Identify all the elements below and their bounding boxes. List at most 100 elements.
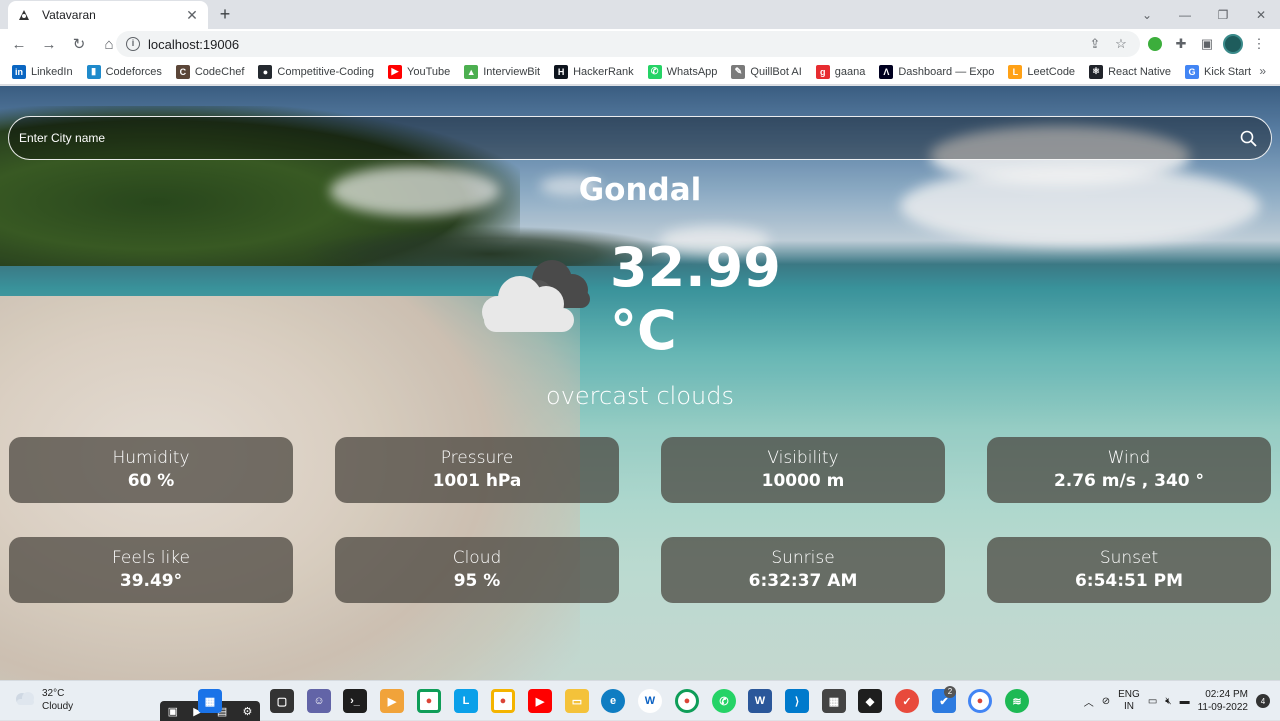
pressure-card: Pressure 1001 hPa — [335, 437, 619, 503]
address-bar[interactable]: i localhost:19006 ⇪ ☆ — [116, 31, 1140, 57]
more-bookmarks-button[interactable]: » — [1259, 64, 1266, 78]
bookmark-item[interactable]: ✎ QuillBot AI — [731, 64, 802, 79]
bookmark-item[interactable]: ▮ Codeforces — [86, 64, 162, 79]
chrome-active-icon[interactable]: ● — [675, 689, 699, 713]
bookmark-label: YouTube — [407, 65, 451, 78]
sunrise-card: Sunrise 6:32:37 AM — [661, 537, 945, 603]
terminal-icon[interactable]: ›_ — [343, 689, 367, 713]
minimize-button[interactable]: — — [1166, 0, 1204, 29]
extension-green-icon[interactable] — [1144, 31, 1166, 57]
bookmark-favicon-icon: ✆ — [647, 64, 662, 79]
chrome-profile-icon[interactable]: ● — [491, 689, 515, 713]
bookmark-item[interactable]: Λ Dashboard — Expo — [879, 64, 995, 79]
show-hidden-icons-icon[interactable]: ︿ — [1084, 694, 1094, 709]
side-panel-icon[interactable]: ▣ — [1196, 31, 1218, 57]
back-icon[interactable]: ← — [6, 31, 32, 57]
taskbar-weather-temp: 32°C — [42, 688, 65, 699]
bookmark-item[interactable]: ▶ YouTube — [388, 64, 451, 79]
figma-icon[interactable]: ◆ — [858, 689, 882, 713]
reload-icon[interactable]: ↻ — [66, 31, 92, 57]
overcast-cloud-icon — [470, 254, 600, 344]
bookmark-item[interactable]: ⚛ React Native — [1089, 64, 1171, 79]
wind-card: Wind 2.76 m/s , 340 ° — [987, 437, 1271, 503]
card-value: 60 % — [127, 471, 175, 491]
system-tray: ︿ ⊘ ENG IN ▭ 🔇︎ ▬ 02:24 PM 11-09-2022 4 — [1084, 681, 1270, 721]
window-close-button[interactable]: ✕ — [1242, 0, 1280, 29]
bookmark-item[interactable]: ▲ InterviewBit — [464, 64, 540, 79]
city-search-bar — [8, 116, 1272, 160]
language-indicator[interactable]: ENG IN — [1118, 689, 1140, 713]
bookmark-item[interactable]: ✆ WhatsApp — [647, 64, 718, 79]
close-tab-icon[interactable]: ✕ — [184, 7, 200, 24]
bookmark-favicon-icon: L — [1008, 64, 1023, 79]
bookmark-item[interactable]: G Kick Start — [1185, 64, 1251, 79]
bookmark-item[interactable]: g gaana — [815, 64, 865, 79]
spotify-icon[interactable]: ≋ — [1005, 689, 1029, 713]
word-icon[interactable]: W — [748, 689, 772, 713]
share-icon[interactable]: ⇪ — [1084, 33, 1106, 55]
card-label: Wind — [1107, 448, 1151, 468]
youtube-icon[interactable]: ▶ — [528, 689, 552, 713]
wordpad-icon[interactable]: W — [638, 689, 662, 713]
search-icon[interactable] — [1239, 129, 1257, 147]
bookmark-star-icon[interactable]: ☆ — [1110, 33, 1132, 55]
taskbar-weather-widget[interactable]: 32°C Cloudy — [14, 687, 73, 713]
camera-icon[interactable]: ▣ — [168, 705, 178, 718]
sunset-card: Sunset 6:54:51 PM — [987, 537, 1271, 603]
settings-gear-icon[interactable]: ⚙ — [242, 705, 252, 718]
forward-icon[interactable]: → — [36, 31, 62, 57]
file-explorer-icon[interactable]: ▭ — [565, 689, 589, 713]
calculator-icon[interactable]: ▦ — [822, 689, 846, 713]
battery-icon[interactable]: ▬ — [1180, 696, 1190, 707]
tab-search-icon[interactable]: ⌄ — [1128, 0, 1166, 29]
bookmark-label: Codeforces — [105, 65, 162, 78]
volume-muted-icon[interactable]: 🔇︎ — [1165, 696, 1171, 707]
maximize-button[interactable]: ❐ — [1204, 0, 1242, 29]
bookmark-item[interactable]: ● Competitive-Coding — [258, 64, 374, 79]
profile-avatar[interactable] — [1222, 31, 1244, 57]
card-value: 6:54:51 PM — [1074, 571, 1184, 591]
new-tab-button[interactable]: + — [214, 4, 236, 26]
tab-title: Vatavaran — [42, 8, 96, 22]
menu-kebab-icon[interactable]: ⋮ — [1248, 31, 1270, 57]
l-app-icon[interactable]: L — [454, 689, 478, 713]
card-value: 2.76 m/s , 340 ° — [1053, 471, 1205, 491]
teams-chat-icon[interactable]: ☺ — [307, 689, 331, 713]
card-value: 10000 m — [761, 471, 845, 491]
city-name: Gondal — [578, 172, 702, 208]
start-windows-icon[interactable]: ▦ — [198, 689, 222, 713]
bookmark-label: LeetCode — [1027, 65, 1076, 78]
vscode-icon[interactable]: ⟩ — [785, 689, 809, 713]
todo-icon[interactable]: ✓ — [895, 689, 919, 713]
bookmark-label: WhatsApp — [666, 65, 718, 78]
site-info-icon[interactable]: i — [126, 37, 140, 51]
bookmark-item[interactable]: L LeetCode — [1008, 64, 1076, 79]
bookmark-item[interactable]: H HackerRank — [554, 64, 634, 79]
bookmark-label: Dashboard — Expo — [898, 65, 995, 78]
clock-time: 02:24 PM — [1205, 689, 1248, 700]
lang-bottom: IN — [1123, 701, 1134, 712]
network-warning-icon[interactable]: ⊘ — [1102, 696, 1110, 707]
whatsapp-icon[interactable]: ✆ — [712, 689, 736, 713]
media-player-icon[interactable]: ▶ — [380, 689, 404, 713]
chrome-icon[interactable]: ● — [417, 689, 441, 713]
card-label: Sunrise — [771, 548, 835, 568]
app-favicon-icon — [16, 7, 32, 23]
chrome-alt-icon[interactable]: ● — [968, 689, 992, 713]
bookmarks-bar: in LinkedIn ▮ Codeforces C CodeChef ● Competiti… — [0, 59, 1280, 85]
bookmark-label: HackerRank — [573, 65, 634, 78]
bookmark-item[interactable]: in LinkedIn — [12, 64, 73, 79]
task-view-icon[interactable]: ▢ — [270, 689, 294, 713]
bookmark-favicon-icon: ✎ — [731, 64, 746, 79]
extensions-puzzle-icon[interactable]: ✚ — [1170, 31, 1192, 57]
temperature: 32.99 °C — [610, 236, 781, 362]
bookmark-item[interactable]: C CodeChef — [175, 64, 244, 79]
clock[interactable]: 02:24 PM 11-09-2022 — [1198, 688, 1248, 714]
tab-vatavaran[interactable]: Vatavaran ✕ — [8, 1, 208, 29]
notification-count[interactable]: 4 — [1256, 694, 1270, 708]
bookmark-label: QuillBot AI — [750, 65, 802, 78]
card-value: 1001 hPa — [432, 471, 522, 491]
city-search-input[interactable] — [19, 131, 1239, 145]
display-icon[interactable]: ▭ — [1148, 696, 1157, 707]
edge-icon[interactable]: e — [601, 689, 625, 713]
